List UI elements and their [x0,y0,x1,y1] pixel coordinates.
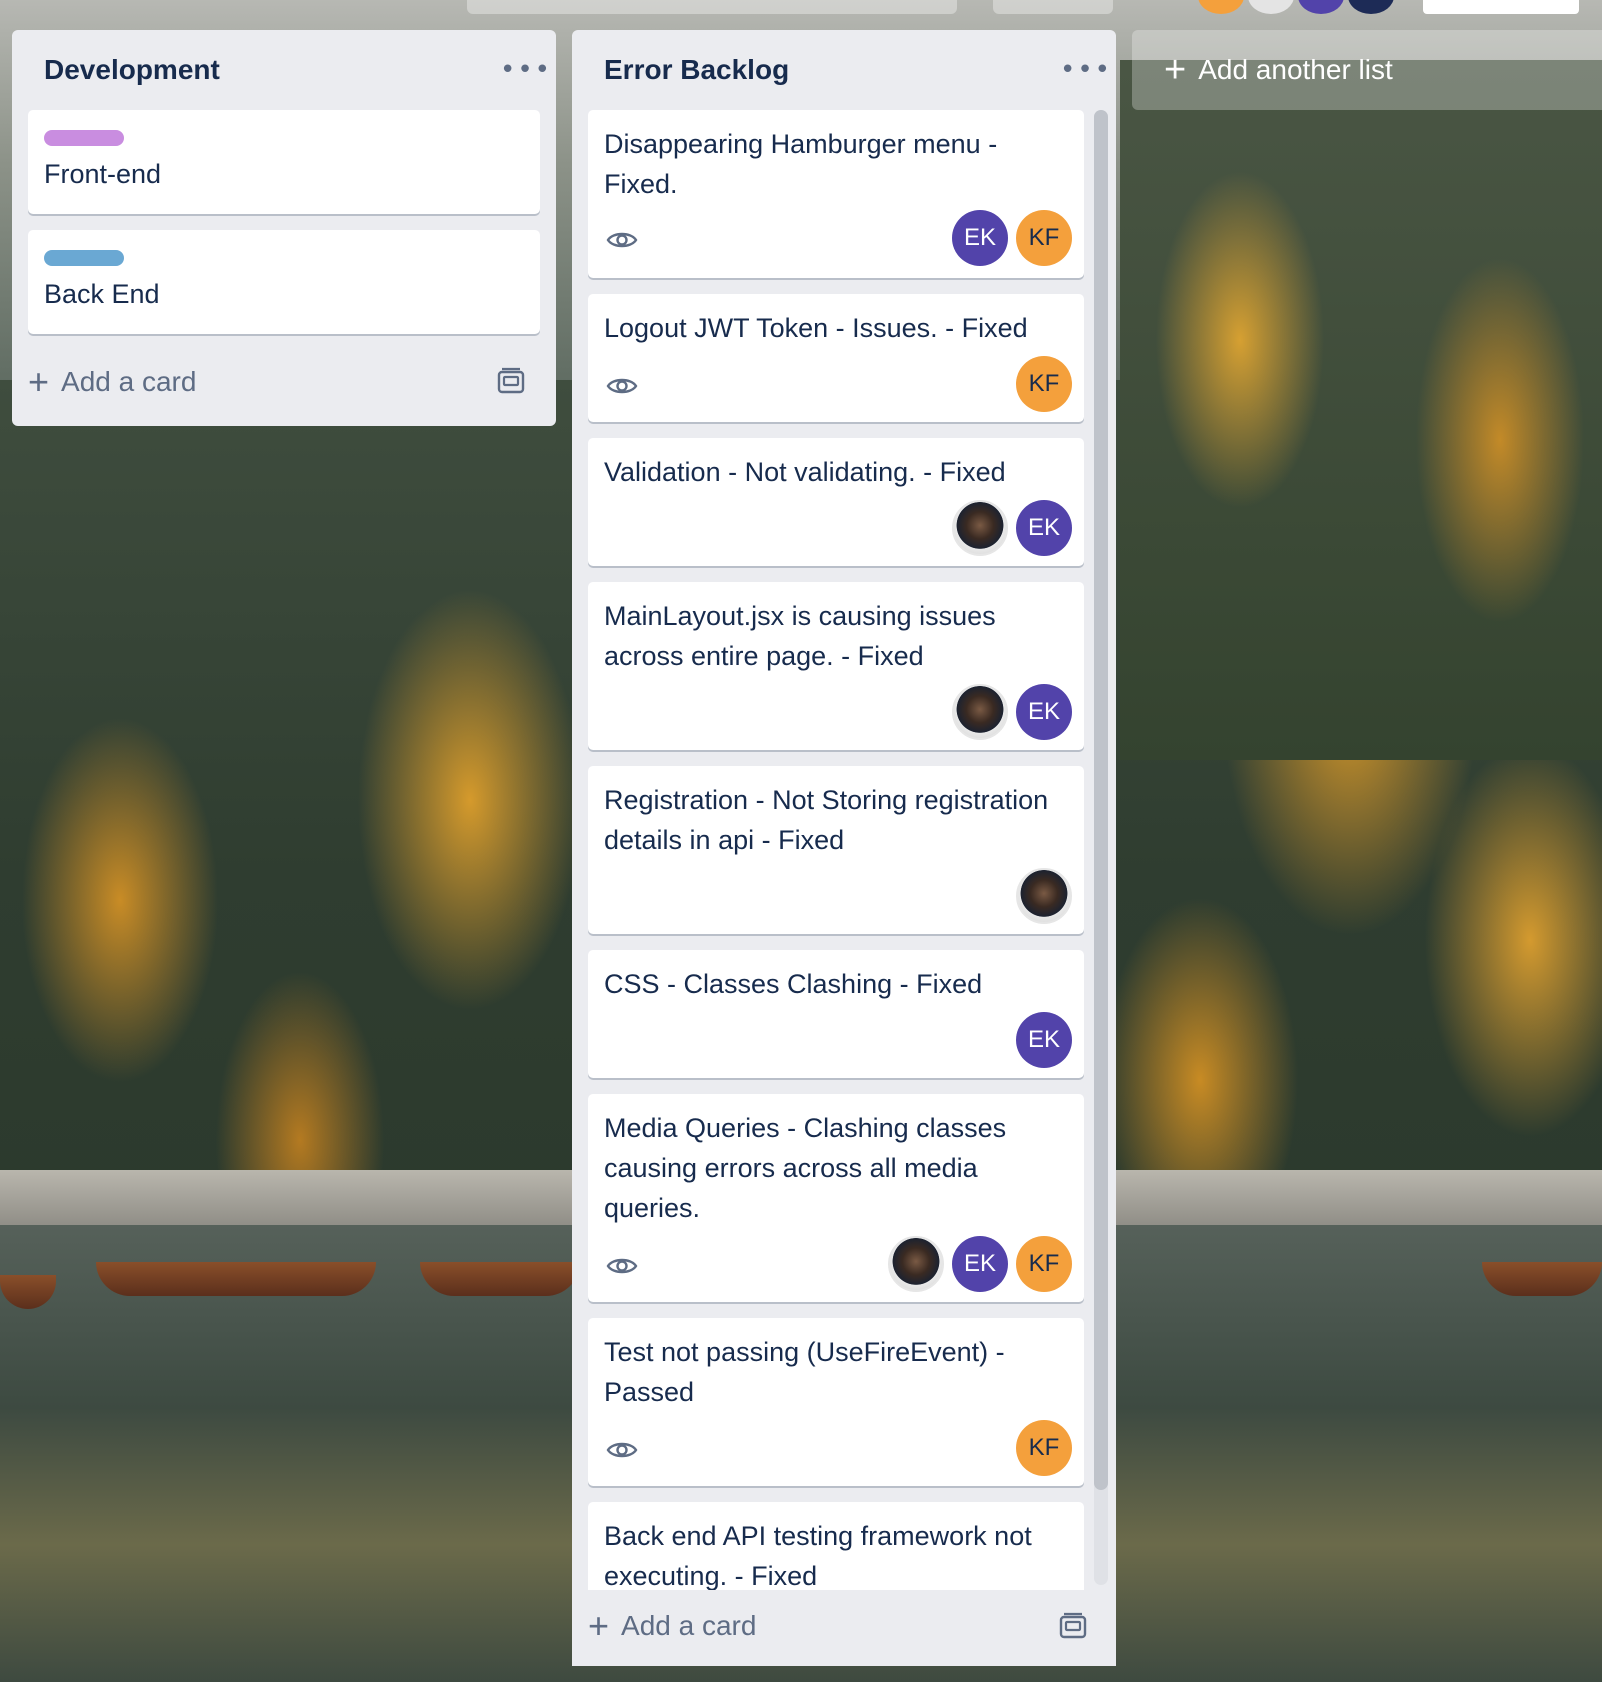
card-title: MainLayout.jsx is causing issues across … [604,601,996,671]
card[interactable]: Registration - Not Storing registration … [588,766,1084,934]
watch-eye-icon [606,232,638,248]
avatar[interactable]: EK [1016,1012,1072,1068]
list-header: Development ••• [12,30,556,110]
card-title: Media Queries - Clashing classes causing… [604,1113,1007,1223]
card-members: EK [952,500,1072,556]
avatar[interactable]: EK [952,210,1008,266]
list-title[interactable]: Error Backlog [604,54,789,86]
card-title: Registration - Not Storing registration … [604,785,1049,855]
card[interactable]: Media Queries - Clashing classes causing… [588,1094,1084,1302]
card[interactable]: Disappearing Hamburger menu - Fixed. EK … [588,110,1084,278]
card-title: CSS - Classes Clashing - Fixed [604,969,983,999]
card[interactable]: Validation - Not validating. - Fixed EK [588,438,1084,566]
avatar[interactable] [1248,0,1294,14]
card-members: EK KF [888,1236,1072,1292]
avatar[interactable]: EK [1016,684,1072,740]
card-members: EK [1016,1012,1072,1068]
add-another-list-button[interactable]: + Add another list [1132,30,1602,110]
list-development: Development ••• Front-end Back End + Add… [12,30,556,426]
list-footer: + Add a card [572,1590,1116,1666]
card-title: Back End [44,279,160,309]
add-card-button[interactable]: + Add a card [28,354,512,410]
card-members: KF [1016,1420,1072,1476]
header-button[interactable] [1423,0,1579,14]
card-title: Disappearing Hamburger menu - Fixed. [604,129,998,199]
avatar[interactable]: EK [1016,500,1072,556]
card-label[interactable] [44,130,124,146]
watch-eye-icon [606,1258,638,1274]
background-forest-right [1120,60,1602,760]
list-header: Error Backlog ••• [572,30,1116,110]
card-title: Front-end [44,159,162,189]
list-error-backlog: Error Backlog ••• Disappearing Hamburger… [572,30,1116,1666]
card-members [1016,868,1072,924]
avatar-photo[interactable] [1016,868,1072,924]
background-boat [1482,1262,1602,1296]
more-horizontal-icon[interactable]: ••• [500,57,550,83]
more-horizontal-icon[interactable]: ••• [1060,57,1110,83]
card-title: Validation - Not validating. - Fixed [604,457,1006,487]
plus-icon: + [1164,49,1187,91]
avatar[interactable] [1348,0,1394,14]
card-title: Test not passing (UseFireEvent) - Passed [604,1337,1005,1407]
watch-eye-icon [606,1442,638,1458]
avatar[interactable] [1298,0,1344,14]
background-boat [420,1262,580,1296]
card-label[interactable] [44,250,124,266]
avatar[interactable]: KF [1016,356,1072,412]
watch-eye-icon [606,378,638,394]
card-template-icon[interactable] [496,367,526,397]
card-title: Back end API testing framework not execu… [604,1521,1032,1591]
board-header-fragment [467,0,957,14]
avatar[interactable]: KF [1016,210,1072,266]
plus-icon: + [28,361,50,402]
card[interactable]: CSS - Classes Clashing - Fixed EK [588,950,1084,1078]
card[interactable]: MainLayout.jsx is causing issues across … [588,582,1084,750]
avatar-photo[interactable] [888,1236,944,1292]
card-members: EK KF [952,210,1072,266]
card[interactable]: Test not passing (UseFireEvent) - Passed… [588,1318,1084,1486]
add-list-label: Add another list [1198,54,1393,85]
board-header-fragment [993,0,1113,14]
avatar-photo[interactable] [952,500,1008,556]
board-members[interactable] [1198,0,1394,14]
list-scrollbar[interactable] [1094,110,1108,1585]
background-boat [96,1262,376,1296]
add-card-label: Add a card [621,1610,757,1641]
card[interactable]: Back End [28,230,540,334]
avatar[interactable]: EK [952,1236,1008,1292]
avatar-photo[interactable] [952,684,1008,740]
card[interactable]: Logout JWT Token - Issues. - Fixed KF [588,294,1084,422]
card[interactable]: Front-end [28,110,540,214]
scrollbar-thumb[interactable] [1094,110,1108,1490]
add-card-button[interactable]: + Add a card [588,1598,1028,1654]
plus-icon: + [588,1605,610,1646]
card-title: Logout JWT Token - Issues. - Fixed [604,313,1028,343]
card-members: KF [1016,356,1072,412]
card-template-icon[interactable] [1058,1612,1088,1642]
avatar[interactable] [1198,0,1244,14]
card-members: EK [952,684,1072,740]
list-title[interactable]: Development [44,54,220,86]
avatar[interactable]: KF [1016,1420,1072,1476]
avatar[interactable]: KF [1016,1236,1072,1292]
add-card-label: Add a card [61,366,197,397]
